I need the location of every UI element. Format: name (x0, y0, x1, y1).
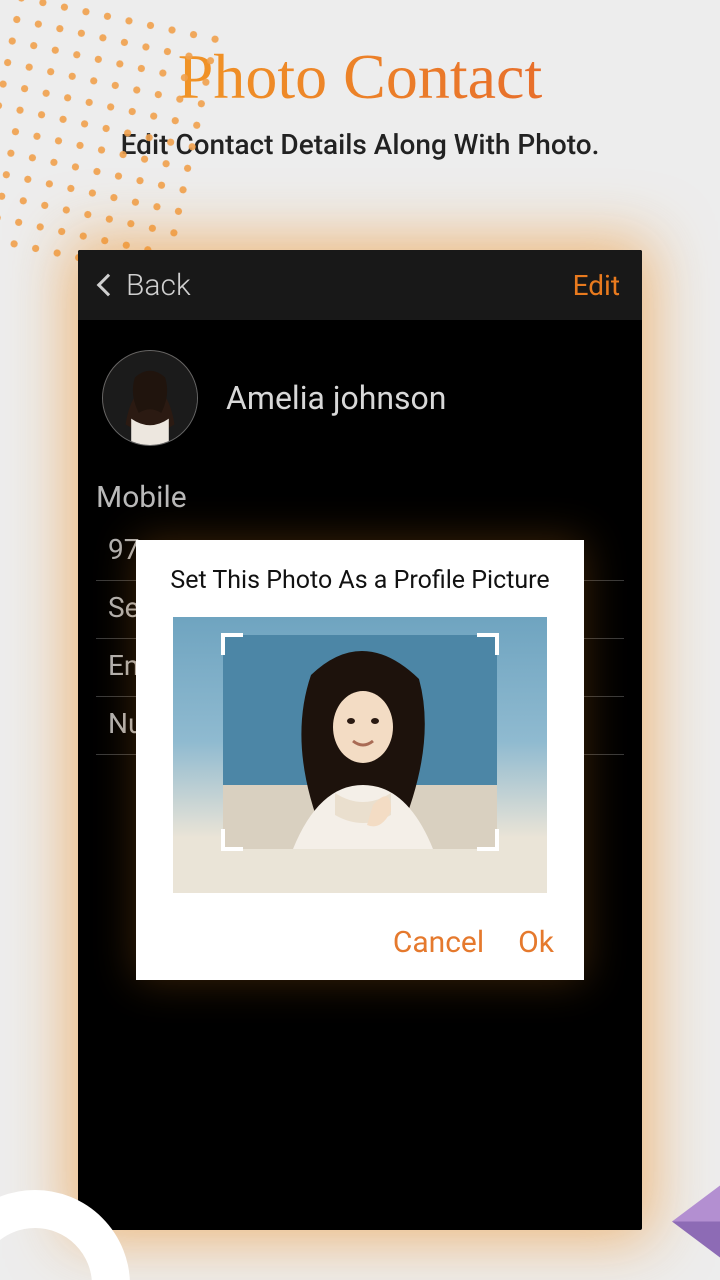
edit-button[interactable]: Edit (573, 269, 620, 302)
dialog-actions: Cancel Ok (156, 925, 564, 960)
back-button[interactable]: Back (100, 268, 191, 303)
set-photo-dialog: Set This Photo As a Profile Picture (136, 540, 584, 980)
ok-button[interactable]: Ok (518, 925, 554, 960)
promo-title: Photo Contact (0, 40, 720, 114)
chevron-left-icon (97, 274, 120, 297)
crop-image (223, 635, 497, 849)
dialog-title: Set This Photo As a Profile Picture (156, 566, 564, 595)
contact-name: Amelia johnson (226, 379, 446, 417)
photo-preview (173, 617, 547, 893)
crop-corner-tr[interactable] (477, 633, 499, 655)
cancel-button[interactable]: Cancel (393, 925, 484, 960)
phone-frame: Back Edit Amelia johnson Mobile 97 Sen E… (78, 250, 642, 1230)
promo-subtitle: Edit Contact Details Along With Photo. (0, 128, 720, 161)
crop-corner-tl[interactable] (221, 633, 243, 655)
contact-header: Amelia johnson (96, 344, 624, 474)
crop-corner-bl[interactable] (221, 829, 243, 851)
crop-corner-br[interactable] (477, 829, 499, 851)
avatar-image (103, 351, 197, 445)
avatar[interactable] (102, 350, 198, 446)
section-label-mobile: Mobile (96, 480, 624, 515)
navbar: Back Edit (78, 250, 642, 320)
back-label: Back (126, 268, 191, 303)
crop-area[interactable] (223, 635, 497, 849)
